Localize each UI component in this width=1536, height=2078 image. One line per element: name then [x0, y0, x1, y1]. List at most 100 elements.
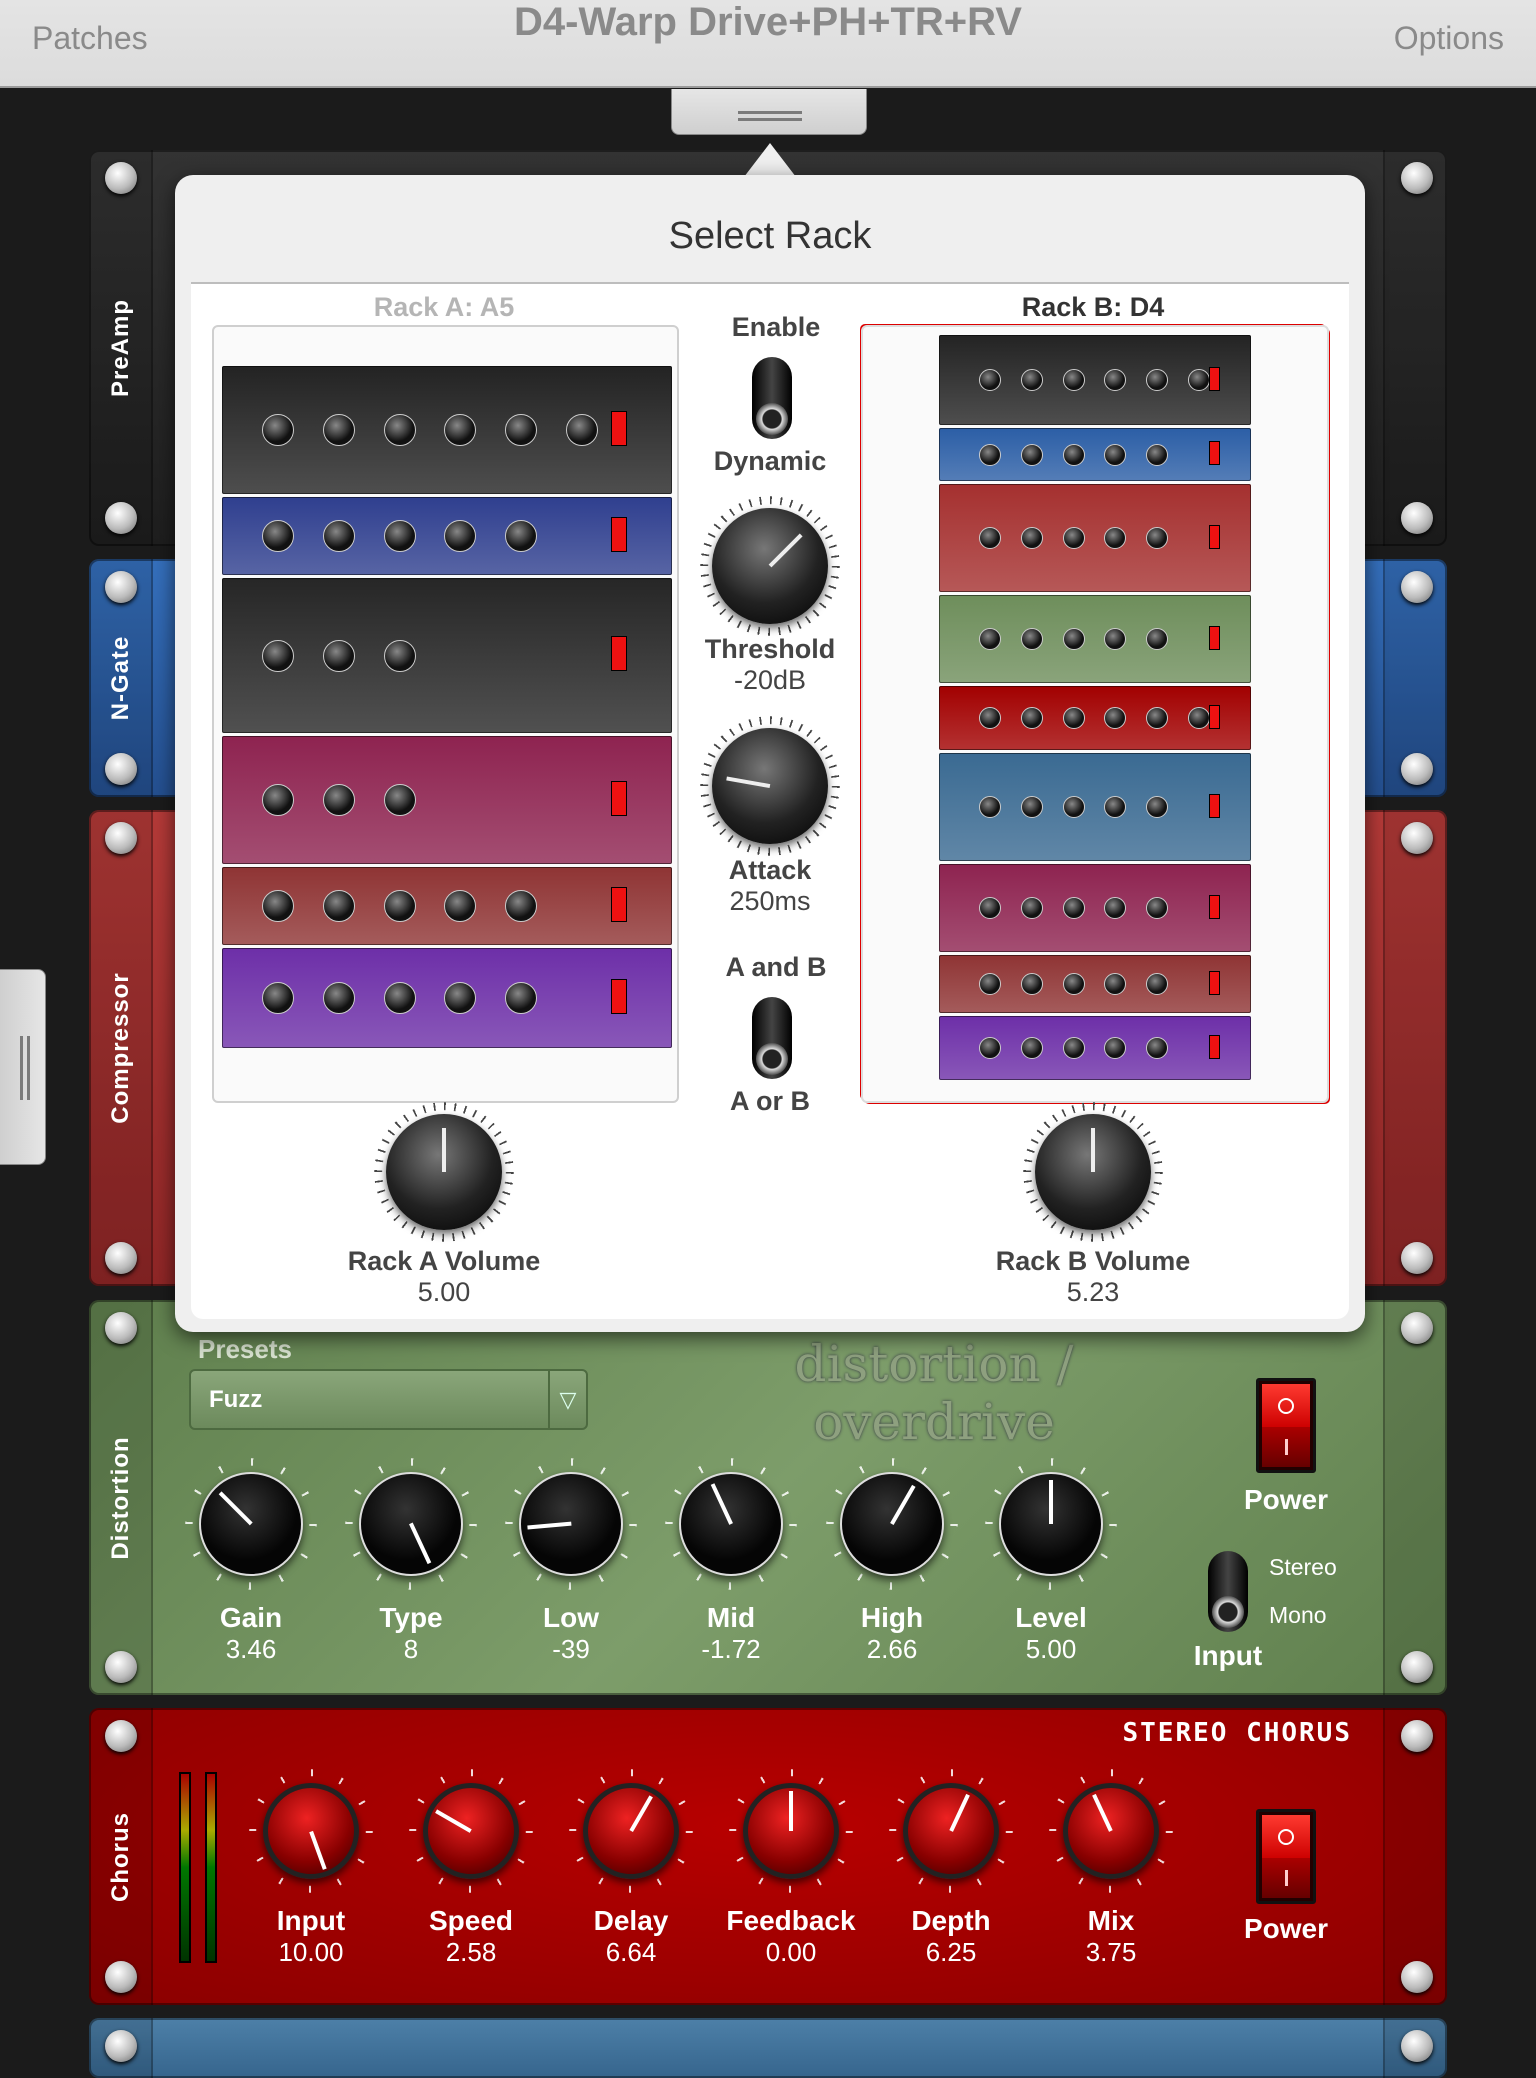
mini-knob-icon [1062, 527, 1085, 549]
rack-a-selector[interactable] [212, 325, 679, 1103]
mini-power-icon [1209, 625, 1221, 650]
screw-icon [105, 1312, 137, 1344]
screw-icon [1401, 753, 1433, 785]
mini-knob-icon [1188, 369, 1210, 391]
rack-a-label: Rack A: A5 [373, 292, 515, 322]
rack-a-volume-label: Rack A Volume [347, 1246, 541, 1276]
rack-b-volume-knob[interactable] [1023, 1102, 1163, 1242]
screw-icon [1401, 571, 1433, 603]
rack-b-volume-value: 5.23 [1066, 1277, 1120, 1307]
input-toggle[interactable] [1208, 1551, 1248, 1632]
knob-feedback[interactable] [729, 1769, 853, 1893]
mini-knob-icon [1020, 973, 1043, 995]
screw-icon [1401, 1651, 1433, 1683]
screw-icon [105, 2030, 137, 2062]
mini-knob-icon [262, 890, 294, 922]
knob-mix[interactable] [1049, 1769, 1173, 1893]
screw-icon [105, 162, 137, 194]
preset-dropdown[interactable]: Fuzz ▽ [189, 1369, 588, 1430]
mini-knob-icon [1104, 527, 1127, 549]
mini-knob-icon [979, 796, 1001, 818]
mini-knob-icon [444, 520, 477, 552]
attack-value: 250ms [729, 886, 811, 916]
knob-speed[interactable] [409, 1769, 533, 1893]
mini-knob-icon [262, 784, 294, 816]
knob-value: 3.75 [1085, 1937, 1137, 1967]
knob-mid[interactable] [665, 1458, 797, 1590]
distortion-title-logo: distortion / overdrive [794, 1335, 1074, 1451]
rack-a-volume-value: 5.00 [417, 1277, 471, 1307]
threshold-label: Threshold [704, 634, 836, 664]
chevron-down-icon[interactable]: ▽ [548, 1371, 586, 1428]
patches-button[interactable]: Patches [32, 20, 148, 57]
knob-pointer [789, 1790, 793, 1831]
power-switch[interactable] [1256, 1809, 1316, 1904]
mini-power-icon [1209, 524, 1221, 549]
distortion-side-label[interactable]: Distortion [107, 1436, 135, 1559]
mini-knob-icon [1062, 628, 1085, 650]
ngate-side-label[interactable]: N-Gate [107, 636, 135, 721]
threshold-knob[interactable] [700, 496, 840, 636]
dynamic-toggle[interactable] [752, 357, 792, 439]
mini-knob-icon [566, 414, 598, 446]
mini-knob-icon [1020, 897, 1043, 919]
screw-icon [1401, 822, 1433, 854]
mini-power-icon [611, 516, 628, 552]
combine-toggle[interactable] [752, 997, 792, 1079]
dynamic-label: Dynamic [713, 446, 827, 476]
power-label: Power [1243, 1913, 1329, 1944]
mini-knob-icon [1062, 443, 1085, 466]
chorus-side-label[interactable]: Chorus [107, 1812, 135, 1902]
input-option-mono[interactable]: Mono [1269, 1602, 1327, 1629]
threshold-value: -20dB [733, 665, 807, 695]
popover-arrow [744, 143, 796, 177]
rack-thumbnail-module [222, 497, 672, 575]
screw-icon [105, 822, 137, 854]
rack-thumbnail-module [939, 753, 1251, 861]
input-option-stereo[interactable]: Stereo [1269, 1554, 1337, 1581]
knob-gain[interactable] [185, 1458, 317, 1590]
side-drawer-handle[interactable] [0, 969, 46, 1165]
screw-icon [105, 502, 137, 534]
mini-knob-icon [1020, 796, 1043, 818]
grip-icon [738, 111, 802, 114]
knob-input[interactable] [249, 1769, 373, 1893]
options-button[interactable]: Options [1394, 20, 1504, 57]
mini-knob-icon [383, 639, 416, 672]
mini-knob-icon [979, 527, 1001, 549]
phaser-module [89, 2018, 1447, 2078]
mini-knob-icon [322, 890, 355, 922]
mini-knob-icon [1062, 707, 1085, 729]
mini-knob-icon [1062, 1037, 1085, 1059]
knob-delay[interactable] [569, 1769, 693, 1893]
compressor-side-label[interactable]: Compressor [107, 972, 135, 1123]
preamp-side-label[interactable]: PreAmp [107, 299, 135, 397]
mini-knob-icon [1062, 897, 1085, 919]
screw-icon [1401, 1312, 1433, 1344]
rack-thumbnail-module [939, 955, 1251, 1013]
mini-power-icon [1209, 441, 1221, 466]
rack-thumbnail-module [939, 595, 1251, 683]
mini-knob-icon [979, 707, 1001, 729]
mini-knob-icon [1146, 369, 1169, 391]
knob-low[interactable] [505, 1458, 637, 1590]
grip-icon [738, 118, 802, 121]
knob-depth[interactable] [889, 1769, 1013, 1893]
rack-selector-handle[interactable] [671, 89, 867, 135]
mini-knob-icon [1146, 443, 1169, 466]
mini-knob-icon [979, 369, 1001, 391]
mini-knob-icon [1146, 707, 1169, 729]
power-switch[interactable] [1256, 1378, 1316, 1473]
mini-power-icon [1209, 366, 1221, 391]
knob-high[interactable] [826, 1458, 958, 1590]
knob-type[interactable] [345, 1458, 477, 1590]
rack-b-selector[interactable] [861, 325, 1329, 1103]
rack-a-volume-knob[interactable] [374, 1102, 514, 1242]
mini-knob-icon [1104, 628, 1127, 650]
mini-knob-icon [505, 982, 538, 1014]
knob-level[interactable] [985, 1458, 1117, 1590]
grip-icon [20, 1036, 23, 1100]
attack-knob[interactable] [700, 716, 840, 856]
mini-knob-icon [979, 973, 1001, 995]
mini-power-icon [1209, 970, 1221, 995]
